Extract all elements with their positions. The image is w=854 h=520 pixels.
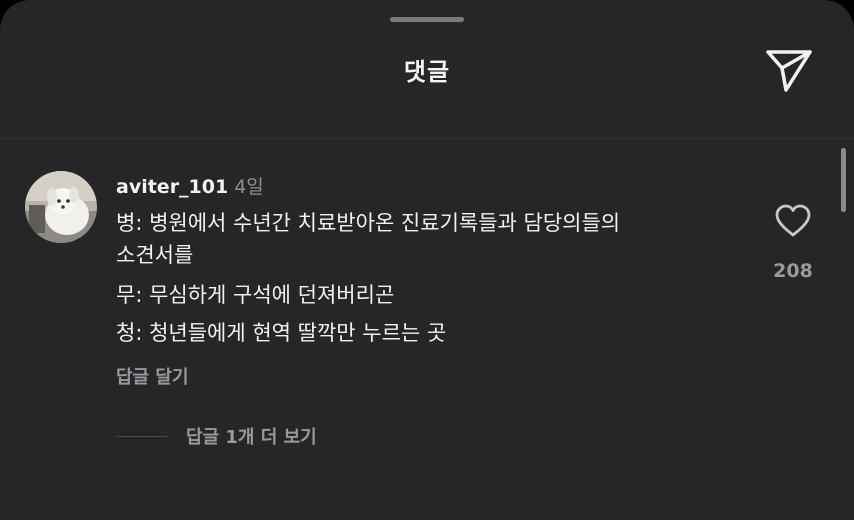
like-count: 208 <box>773 260 813 282</box>
comment-meta: aviter_101 4일 <box>116 172 264 199</box>
reply-button[interactable]: 답글 달기 <box>116 363 189 389</box>
username[interactable]: aviter_101 <box>116 176 228 198</box>
drag-handle[interactable] <box>390 17 464 22</box>
replies-divider <box>117 436 167 437</box>
comment-text-line: 무: 무심하게 구석에 던져버리곤 <box>116 283 395 307</box>
send-icon[interactable] <box>764 46 814 94</box>
page-title: 댓글 <box>403 58 451 86</box>
comment-text-line: 병: 병원에서 수년간 치료받아온 진료기록들과 담당의들의 <box>116 211 621 235</box>
comment-time: 4일 <box>234 176 264 198</box>
view-more-replies-button[interactable]: 답글 1개 더 보기 <box>186 423 317 449</box>
scrollbar[interactable] <box>841 148 846 212</box>
header-divider <box>0 138 854 139</box>
comment-text-line: 소견서를 <box>116 243 194 267</box>
comment-text-line: 청: 청년들에게 현역 딸깍만 누르는 곳 <box>116 321 447 345</box>
heart-icon[interactable] <box>774 203 812 239</box>
avatar[interactable] <box>25 171 97 243</box>
comments-sheet: 댓글 aviter_101 4일 병: 병원에서 수년간 치료받아온 진료기록들과… <box>0 0 854 520</box>
